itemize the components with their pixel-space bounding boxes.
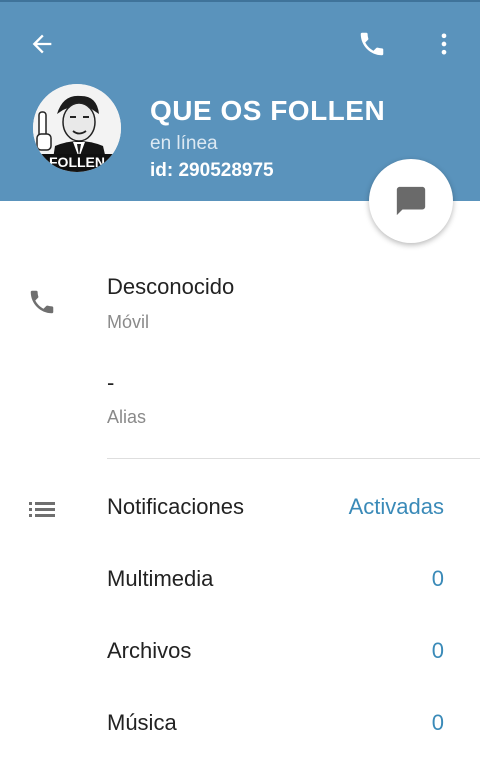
settings-list-icon <box>24 496 60 522</box>
more-options-button[interactable] <box>424 24 464 64</box>
section-divider <box>107 458 480 459</box>
phone-icon <box>30 290 54 314</box>
avatar[interactable]: FOLLEN <box>33 84 121 172</box>
alias-label: Alias <box>107 407 147 427</box>
music-count[interactable]: 0 <box>432 710 444 736</box>
phone-icon <box>360 32 384 56</box>
arrow-back-icon <box>32 34 52 54</box>
status-bar-edge <box>0 0 480 2</box>
phone-row-icon <box>22 284 62 320</box>
music-label[interactable]: Música <box>107 710 177 736</box>
media-label[interactable]: Multimedia <box>107 566 213 592</box>
files-label[interactable]: Archivos <box>107 638 191 664</box>
list-icon <box>29 502 55 517</box>
call-button[interactable] <box>350 24 394 64</box>
notifications-value[interactable]: Activadas <box>349 494 444 520</box>
online-status: en línea <box>150 133 218 154</box>
user-id: id: 290528975 <box>150 160 274 181</box>
alias-value[interactable]: - <box>107 370 114 396</box>
send-message-button[interactable] <box>369 159 453 243</box>
phone-type-label: Móvil <box>107 312 150 332</box>
avatar-image: FOLLEN <box>33 84 121 172</box>
notifications-label[interactable]: Notificaciones <box>107 494 244 520</box>
media-count[interactable]: 0 <box>432 566 444 592</box>
phone-number[interactable]: Desconocido <box>107 274 234 300</box>
contact-name: QUE OS FOLLEN <box>150 95 386 126</box>
back-button[interactable] <box>18 24 66 64</box>
files-count[interactable]: 0 <box>432 638 444 664</box>
more-vert-icon <box>441 33 447 55</box>
chat-message-icon <box>396 186 426 216</box>
avatar-lettering: FOLLEN <box>49 154 105 170</box>
